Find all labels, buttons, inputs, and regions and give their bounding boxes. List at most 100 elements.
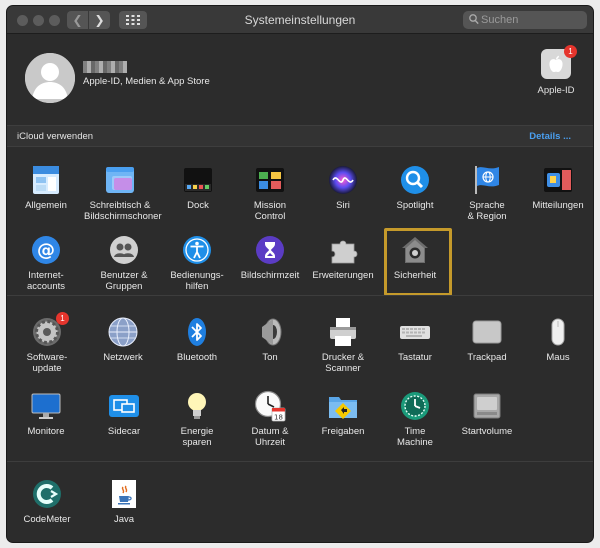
pane-label: Sidecar (107, 426, 141, 437)
icloud-details-link[interactable]: Details ... (529, 131, 571, 142)
language-flag-icon (471, 164, 503, 196)
calendar-day: 18 (274, 414, 283, 422)
pane-benutzer-gruppen[interactable]: Benutzer & Gruppen (88, 234, 160, 292)
pane-label: CodeMeter (23, 514, 71, 525)
pane-drucker-scanner[interactable]: Drucker & Scanner (307, 316, 379, 374)
section-hardware: 1 Software- update Netzwerk Bluetooth To… (7, 295, 593, 460)
pane-label: Internet- accounts (26, 270, 66, 292)
svg-text:@: @ (37, 240, 55, 261)
spotlight-icon (399, 164, 431, 196)
user-silhouette-icon (25, 53, 75, 103)
java-icon (108, 478, 140, 510)
gear-icon: 1 (31, 312, 69, 348)
pane-java[interactable]: Java (88, 478, 160, 525)
icloud-label: iCloud verwenden (17, 131, 94, 142)
pane-netzwerk[interactable]: Netzwerk (87, 316, 159, 363)
pane-label: Monitore (27, 426, 65, 437)
globe-icon (107, 316, 139, 348)
titlebar: ❮ ❯ Systemeinstellungen (7, 6, 593, 34)
pane-internetaccounts[interactable]: @ Internet- accounts (10, 234, 82, 292)
pane-label: Mission Control (253, 200, 287, 222)
pane-label: Drucker & Scanner (321, 352, 365, 374)
pane-siri[interactable]: Siri (307, 164, 379, 211)
section-personal: Allgemein Schreibtisch & Bildschirmschon… (7, 148, 593, 296)
monitor-icon (30, 390, 62, 422)
pane-label: Benutzer & Gruppen (100, 270, 148, 292)
pane-label: Erweiterungen (312, 270, 374, 281)
hourglass-icon (254, 234, 286, 266)
pane-label: Trackpad (467, 352, 507, 363)
pane-spotlight[interactable]: Spotlight (379, 164, 451, 211)
softwareupdate-badge: 1 (56, 312, 69, 325)
account-subtitle: Apple-ID, Medien & App Store (83, 76, 210, 87)
search-field[interactable] (463, 11, 587, 29)
pane-schreibtisch[interactable]: Schreibtisch & Bildschirmschoner (84, 164, 162, 222)
users-icon (108, 234, 140, 266)
pane-label: Freigaben (321, 426, 365, 437)
time-machine-icon (399, 390, 431, 422)
pane-bildschirmzeit[interactable]: Bildschirmzeit (234, 234, 306, 281)
sharing-folder-icon (327, 390, 359, 422)
general-icon (30, 164, 62, 196)
pane-label: Bedienungs- hilfen (170, 270, 224, 292)
pane-label: Maus (546, 352, 570, 363)
pane-tastatur[interactable]: Tastatur (379, 316, 451, 363)
pane-sprache-region[interactable]: Sprache & Region (451, 164, 523, 222)
lightbulb-icon (181, 390, 213, 422)
apple-id-label: Apple-ID (537, 85, 575, 96)
avatar[interactable] (25, 53, 75, 103)
pane-allgemein[interactable]: Allgemein (10, 164, 82, 211)
pane-mitteilungen[interactable]: Mitteilungen (522, 164, 593, 211)
pane-label: Allgemein (25, 200, 67, 211)
dock-icon (182, 164, 214, 196)
accessibility-icon (181, 234, 213, 266)
pane-label: Spotlight (396, 200, 434, 211)
pane-time-machine[interactable]: Time Machine (379, 390, 451, 448)
keyboard-icon (399, 316, 431, 348)
pane-label: Dock (187, 200, 209, 211)
pane-mission-control[interactable]: Mission Control (234, 164, 306, 222)
notifications-icon (542, 164, 574, 196)
disk-icon (471, 390, 503, 422)
speaker-icon (254, 316, 286, 348)
at-icon: @ (30, 234, 62, 266)
apple-id-pane[interactable]: 1 Apple-ID (531, 45, 581, 96)
section-other: CodeMeter Java (7, 461, 593, 542)
bluetooth-icon (181, 316, 213, 348)
trackpad-icon (471, 316, 503, 348)
printer-icon (327, 316, 359, 348)
pane-sicherheit[interactable]: Sicherheit (379, 228, 452, 296)
pane-freigaben[interactable]: Freigaben (307, 390, 379, 437)
mission-control-icon (254, 164, 286, 196)
sidecar-icon (108, 390, 140, 422)
pane-maus[interactable]: Maus (522, 316, 593, 363)
pane-label: Bildschirmzeit (240, 270, 300, 281)
pane-bluetooth[interactable]: Bluetooth (161, 316, 233, 363)
pane-label: Sprache & Region (467, 200, 507, 222)
pane-label: Datum & Uhrzeit (251, 426, 289, 448)
search-input[interactable] (481, 12, 581, 28)
codemeter-icon (31, 478, 63, 510)
pane-sidecar[interactable]: Sidecar (88, 390, 160, 437)
system-preferences-window: ❮ ❯ Systemeinstellungen Suchen Apple-ID,… (6, 5, 594, 543)
pane-label: Energie sparen (180, 426, 214, 448)
pane-label: Java (113, 514, 135, 525)
mouse-icon (542, 316, 574, 348)
pane-trackpad[interactable]: Trackpad (451, 316, 523, 363)
pane-label: Ton (262, 352, 278, 363)
pane-energie-sparen[interactable]: Energie sparen (161, 390, 233, 448)
pane-datum-uhrzeit[interactable]: 18 Datum & Uhrzeit (234, 390, 306, 448)
pane-ton[interactable]: Ton (234, 316, 306, 363)
puzzle-icon (327, 234, 359, 266)
pane-monitore[interactable]: Monitore (10, 390, 82, 437)
desktop-icon (104, 164, 136, 196)
pane-startvolume[interactable]: Startvolume (451, 390, 523, 437)
pane-codemeter[interactable]: CodeMeter (11, 478, 83, 525)
pane-erweiterungen[interactable]: Erweiterungen (307, 234, 379, 281)
pane-softwareupdate[interactable]: 1 Software- update (11, 312, 83, 374)
username-redacted (83, 61, 127, 73)
pane-label: Startvolume (461, 426, 513, 437)
pane-bedienungshilfen[interactable]: Bedienungs- hilfen (161, 234, 233, 292)
pane-label: Bluetooth (176, 352, 218, 363)
pane-dock[interactable]: Dock (162, 164, 234, 211)
